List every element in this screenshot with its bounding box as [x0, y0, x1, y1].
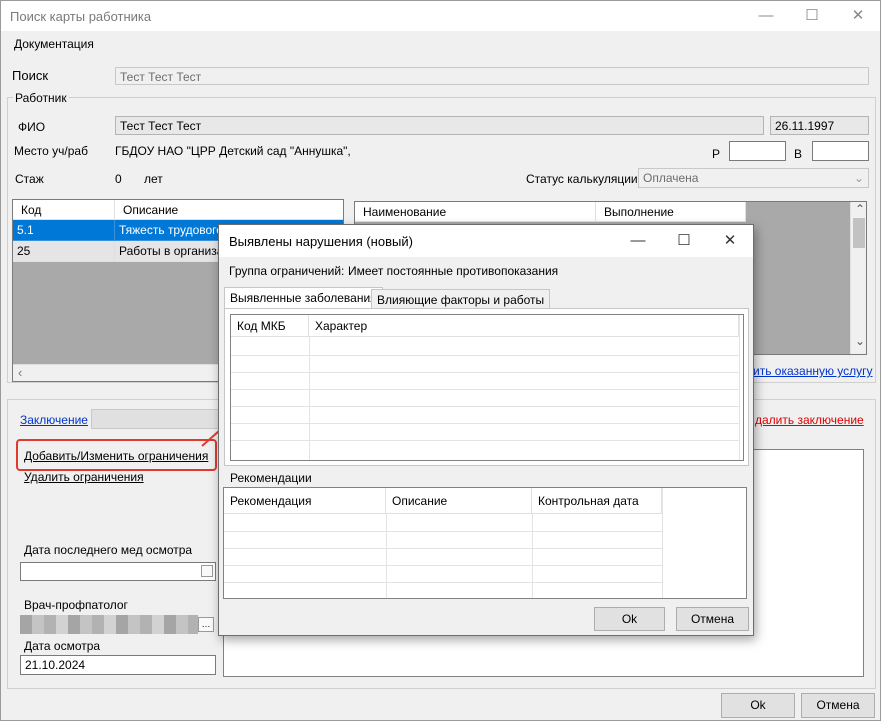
dialog-maximize-icon[interactable]: ☐	[661, 226, 707, 256]
dialog-title: Выявлены нарушения (новый)	[229, 234, 413, 249]
dialog-ok-button[interactable]: Ok	[594, 607, 665, 631]
tab-diseases[interactable]: Выявленные заболевания	[224, 287, 383, 309]
dialog-minimize-icon[interactable]: —	[615, 226, 661, 256]
restriction-group-value: Имеет постоянные противопоказания	[348, 264, 559, 278]
col-header-character[interactable]: Характер	[309, 315, 739, 337]
dialog-close-icon[interactable]: ✕	[707, 226, 753, 256]
dialog-cancel-button[interactable]: Отмена	[676, 607, 749, 631]
col-header-control-date[interactable]: Контрольная дата	[532, 488, 662, 514]
violations-dialog: Выявлены нарушения (новый) — ☐ ✕ Группа …	[218, 224, 754, 636]
recommendations-grid[interactable]: Рекомендация Описание Контрольная дата	[223, 487, 747, 599]
col-header-recommendation[interactable]: Рекомендация	[224, 488, 386, 514]
restriction-group-label: Группа ограничений:	[229, 264, 345, 278]
dialog-title-bar: Выявлены нарушения (новый) — ☐ ✕	[219, 225, 753, 257]
col-header-mkb[interactable]: Код МКБ	[231, 315, 309, 337]
recommendations-label: Рекомендации	[230, 471, 312, 485]
tab-factors[interactable]: Влияющие факторы и работы	[371, 289, 551, 309]
col-header-description[interactable]: Описание	[386, 488, 532, 514]
diseases-grid[interactable]: Код МКБ Характер	[230, 314, 744, 461]
tab-panel: Код МКБ Характер	[224, 308, 749, 466]
